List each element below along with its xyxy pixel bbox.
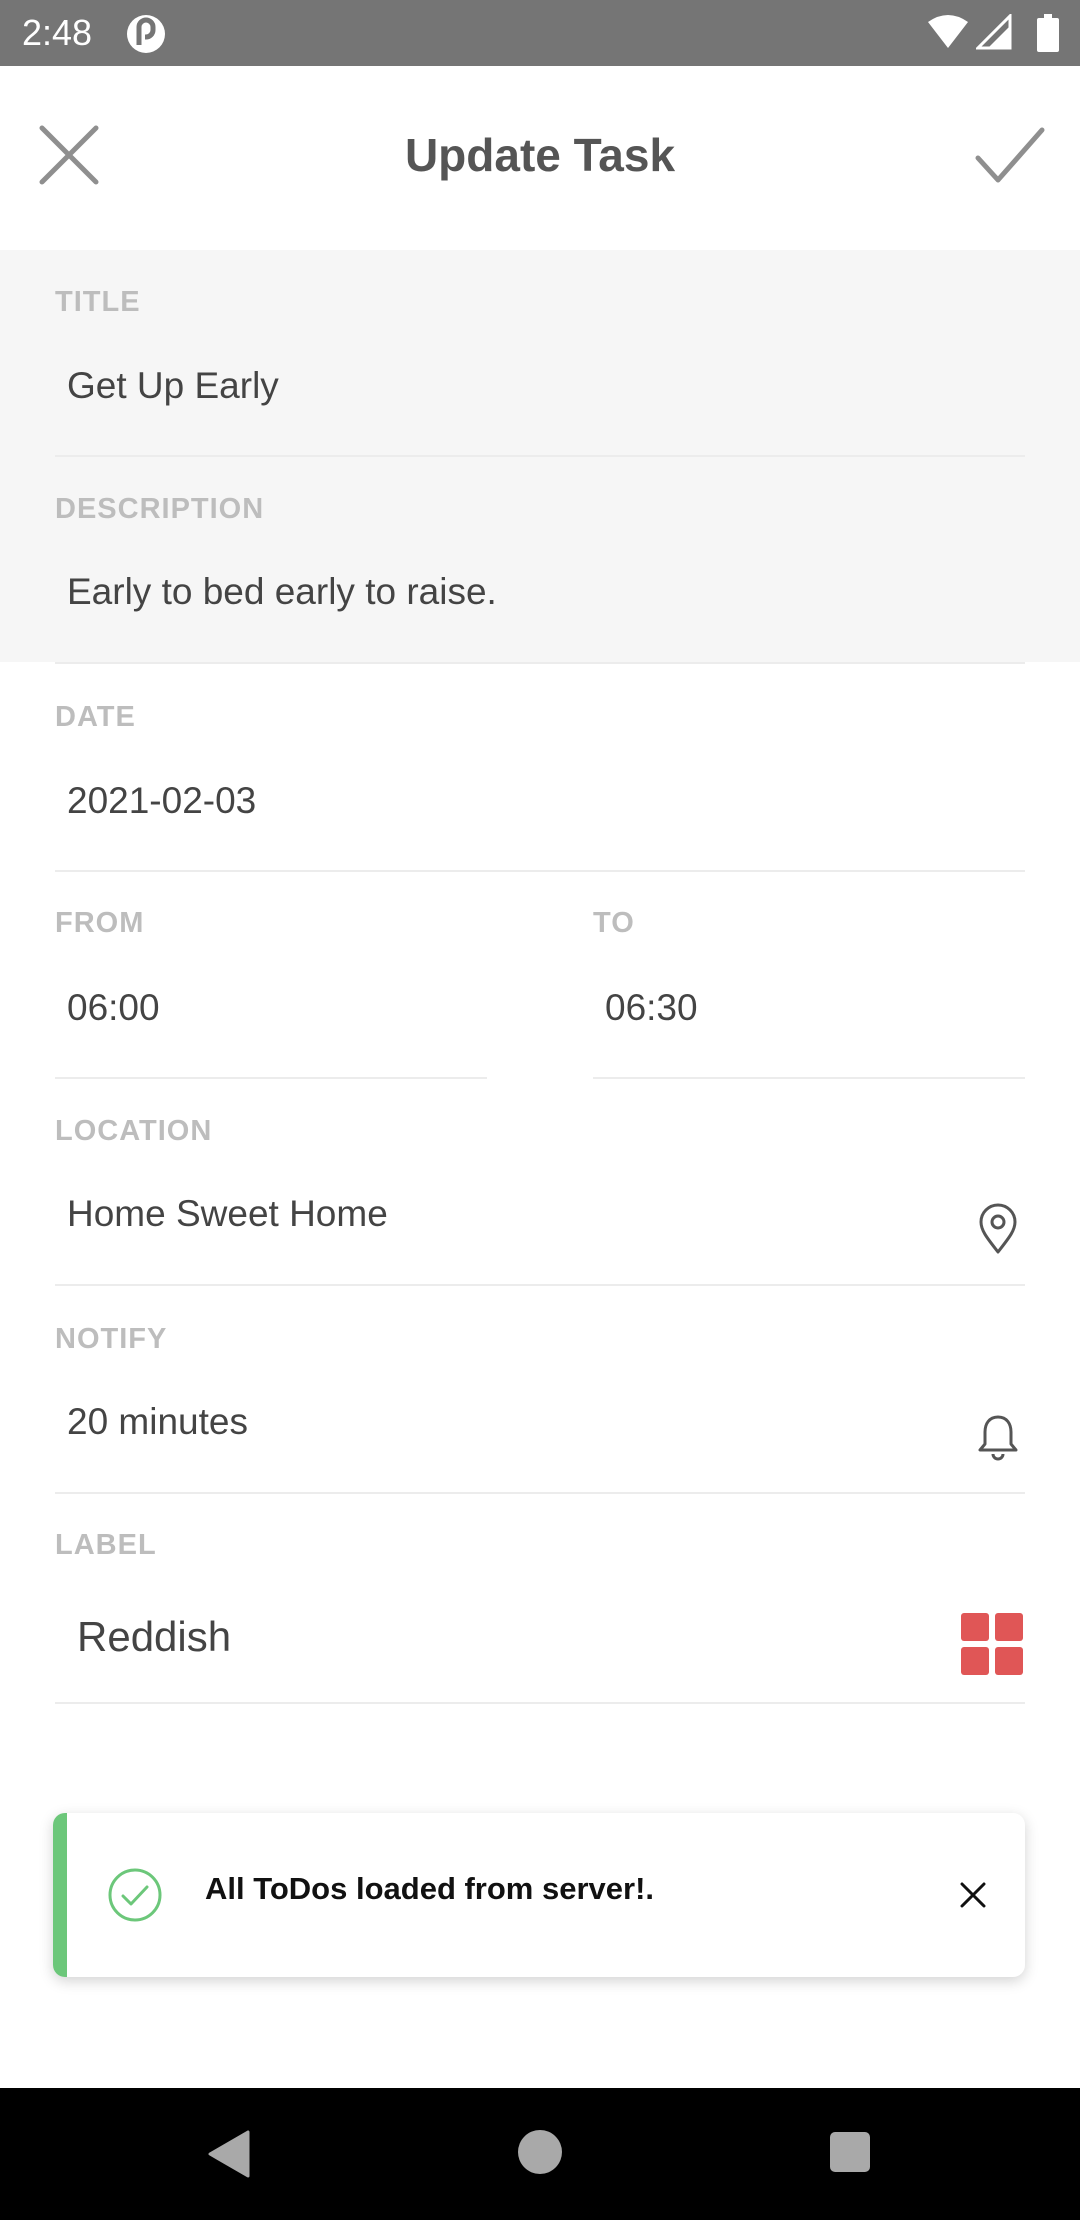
to-underline <box>593 1077 1025 1079</box>
location-field[interactable]: LOCATION Home Sweet Home <box>55 1080 1025 1286</box>
page-title: Update Task <box>404 129 676 181</box>
notify-field[interactable]: NOTIFY 20 minutes <box>55 1286 1025 1494</box>
from-underline <box>55 1077 487 1079</box>
status-time: 2:48 <box>22 12 93 53</box>
bell-icon[interactable] <box>977 1412 1019 1462</box>
label-input[interactable]: Reddish <box>77 1612 231 1662</box>
to-input[interactable]: 06:30 <box>605 986 698 1030</box>
location-input[interactable]: Home Sweet Home <box>67 1192 388 1236</box>
title-field[interactable]: TITLE Get Up Early <box>55 250 1025 458</box>
to-label: TO <box>593 907 635 939</box>
recents-icon[interactable] <box>830 2132 870 2172</box>
label-label: LABEL <box>55 1529 157 1561</box>
check-circle-icon <box>108 1868 162 1922</box>
title-input[interactable]: Get Up Early <box>67 364 279 408</box>
wifi-icon <box>928 15 968 48</box>
to-field[interactable]: TO 06:30 <box>593 872 1025 1080</box>
date-input[interactable]: 2021-02-03 <box>67 779 256 823</box>
close-icon[interactable] <box>952 1874 994 1916</box>
title-label: TITLE <box>55 286 141 318</box>
notify-label: NOTIFY <box>55 1323 168 1355</box>
notify-input[interactable]: 20 minutes <box>67 1400 248 1444</box>
app-notification-icon <box>127 15 165 53</box>
label-underline <box>55 1702 1025 1704</box>
description-label: DESCRIPTION <box>55 493 265 525</box>
back-icon[interactable] <box>204 2128 256 2180</box>
from-input[interactable]: 06:00 <box>67 986 160 1030</box>
description-field[interactable]: DESCRIPTION Early to bed early to raise. <box>55 458 1025 664</box>
toast-notification: All ToDos loaded from server!. <box>53 1813 1025 1977</box>
color-grid-icon[interactable] <box>961 1613 1023 1675</box>
from-field[interactable]: FROM 06:00 <box>55 872 487 1080</box>
screen: 2:48 Update Task TITLE Get Up Early DESC… <box>0 0 1080 2220</box>
from-label: FROM <box>55 907 145 939</box>
navigation-bar <box>0 2088 1080 2220</box>
check-icon[interactable] <box>974 122 1046 188</box>
location-label: LOCATION <box>55 1115 213 1147</box>
cell-signal-icon <box>976 14 1012 50</box>
title-underline <box>55 455 1025 457</box>
description-input[interactable]: Early to bed early to raise. <box>67 570 497 614</box>
home-icon[interactable] <box>518 2130 562 2174</box>
app-bar: Update Task <box>0 66 1080 250</box>
location-pin-icon[interactable] <box>978 1203 1018 1255</box>
date-label: DATE <box>55 701 136 733</box>
toast-message: All ToDos loaded from server!. <box>205 1871 655 1906</box>
label-field[interactable]: LABEL Reddish <box>55 1494 1025 1704</box>
toast-accent-bar <box>53 1813 67 1977</box>
date-field[interactable]: DATE 2021-02-03 <box>55 664 1025 872</box>
status-bar: 2:48 <box>0 0 1080 66</box>
battery-icon <box>1037 14 1059 52</box>
